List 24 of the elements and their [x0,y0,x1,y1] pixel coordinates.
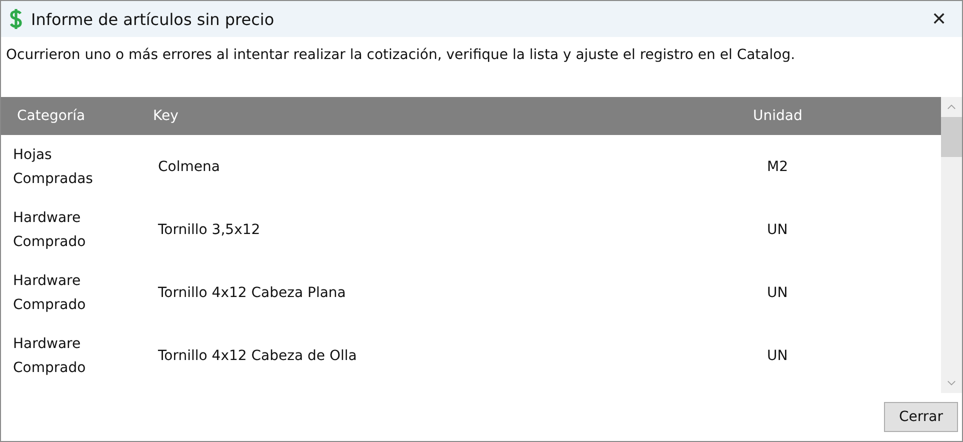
table-cell-text: UN [766,346,789,366]
window-title: Informe de artículos sin precio [31,10,276,28]
table-cell-text: Hardware Comprado [12,334,87,378]
scrollbar-thumb[interactable] [941,117,962,157]
table-cell-text: Hardware Comprado [12,208,87,252]
column-header[interactable]: Unidad [741,108,941,124]
table-cell-text: M2 [766,158,789,176]
table-cell-text: Hojas Compradas [12,146,94,188]
error-message: Ocurrieron uno o más errores al intentar realizar la cotización, verifique la lista y ajuste el registro en el Catalog. [5,46,796,65]
close-dialog-button[interactable]: Cerrar [884,402,958,432]
table-cell-text: UN [766,220,789,240]
table-cell-text: Colmena [157,158,221,176]
table-cell-text: Tornillo 4x12 Cabeza Plana [157,284,347,302]
scroll-down-icon[interactable] [947,380,956,386]
table-cell-text: Tornillo 4x12 Cabeza de Olla [157,346,358,366]
dollar-icon [9,8,23,30]
close-button[interactable]: ✕ [916,1,962,37]
scrollbar[interactable] [941,97,962,393]
column-header[interactable]: Categoría [1,108,141,124]
table-cell-text: Hardware Comprado [12,272,87,314]
table-cell-text: UN [766,284,789,302]
column-header[interactable]: Key [141,108,741,124]
table-cell-text: Tornillo 3,5x12 [157,220,262,240]
scroll-up-icon[interactable] [947,104,956,110]
